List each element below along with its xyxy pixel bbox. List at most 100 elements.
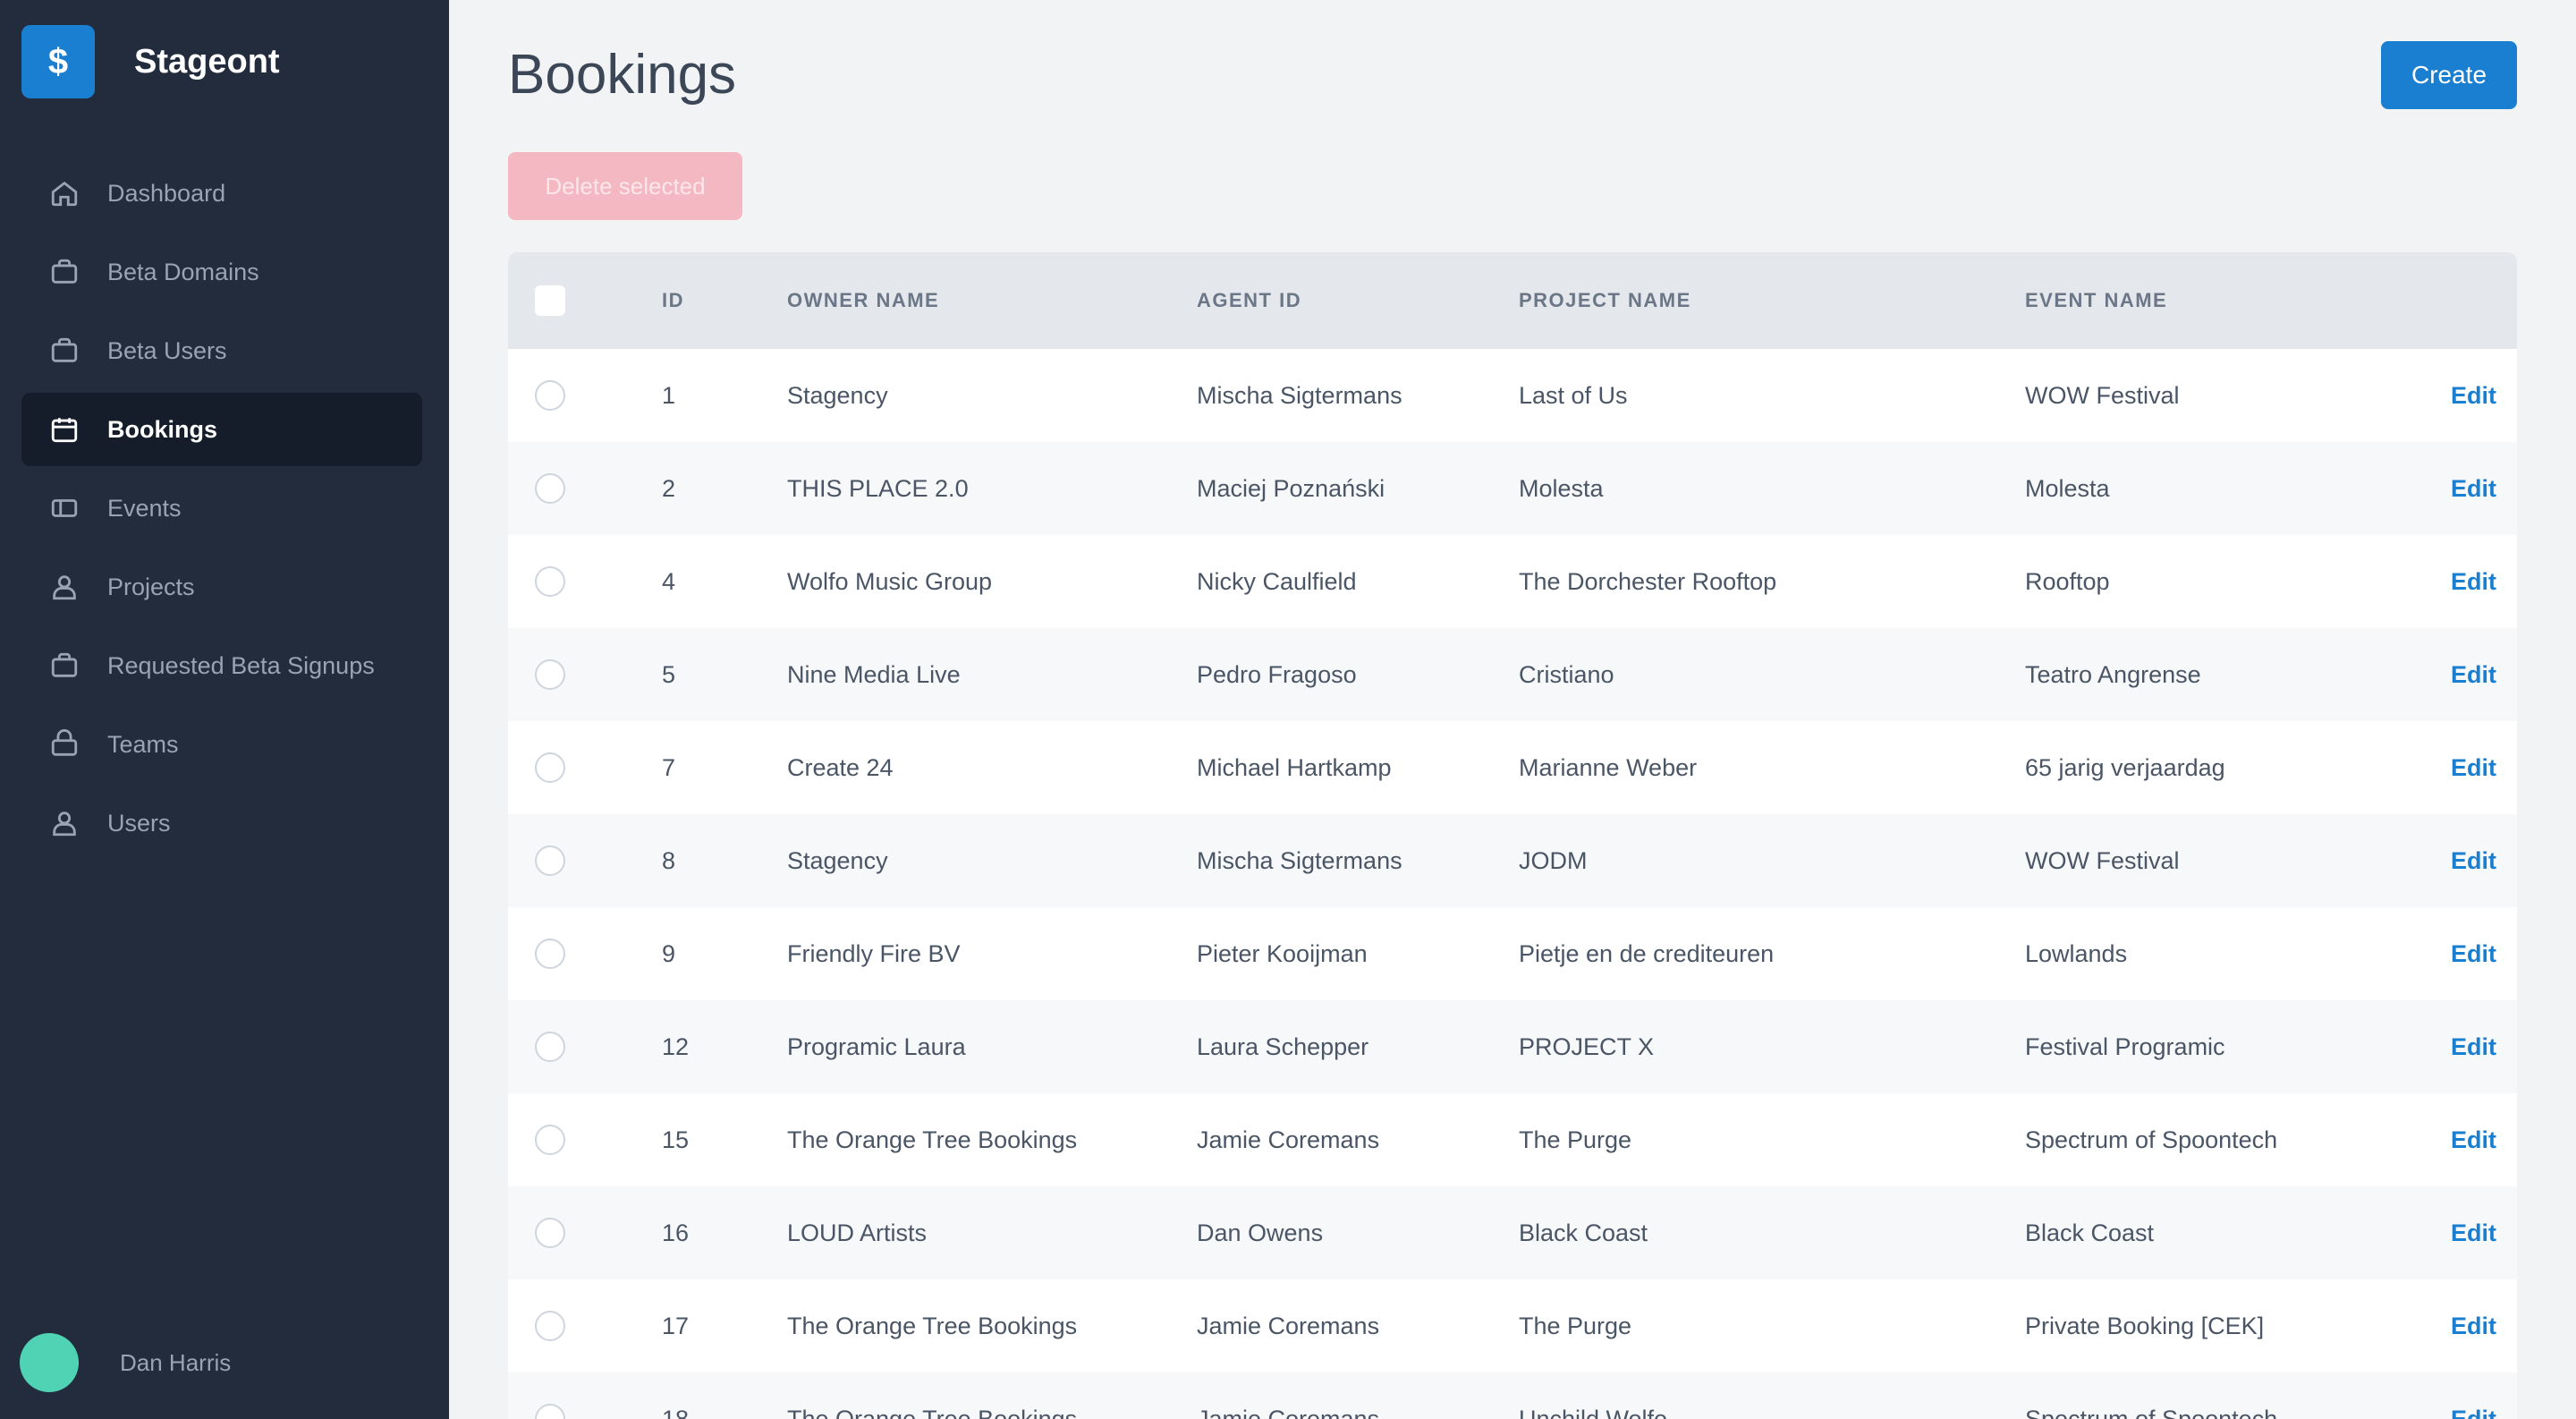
cell-event-name: Lowlands (2025, 939, 2128, 967)
row-select-cell (508, 1279, 662, 1372)
cell-id: 12 (662, 1032, 690, 1060)
sidebar-item-users[interactable]: Users (21, 786, 422, 860)
row-checkbox[interactable] (535, 1311, 565, 1341)
row-checkbox[interactable] (535, 1032, 565, 1062)
row-select-cell (508, 1372, 662, 1419)
row-checkbox[interactable] (535, 1218, 565, 1248)
cell-agent-id: Michael Hartkamp (1197, 753, 1392, 781)
cell-agent-id: Pieter Kooijman (1197, 939, 1368, 967)
cell-id: 7 (662, 753, 676, 781)
cell-project-name: Pietje en de crediteuren (1519, 939, 1775, 967)
sidebar-item-dashboard[interactable]: Dashboard (21, 157, 422, 230)
cell-project-name: Last of Us (1519, 381, 1628, 409)
row-select-cell (508, 1186, 662, 1279)
column-header-actions (2451, 252, 2517, 349)
cell-event-name: Spectrum of Spoontech (2025, 1405, 2278, 1419)
cell-id: 1 (662, 381, 676, 409)
row-checkbox[interactable] (535, 1404, 565, 1419)
cell-project-name: The Purge (1519, 1312, 1632, 1339)
table-body: 1 Stagency Mischa Sigtermans Last of Us WOW … (508, 349, 2517, 1419)
cell-id: 2 (662, 474, 676, 502)
edit-link[interactable]: Edit (2451, 1093, 2517, 1186)
sidebar-item-projects[interactable]: Projects (21, 550, 422, 624)
cell-event-name: Spectrum of Spoontech (2025, 1126, 2278, 1153)
cell-event-name: WOW Festival (2025, 846, 2180, 874)
edit-link[interactable]: Edit (2451, 535, 2517, 628)
row-checkbox[interactable] (535, 845, 565, 876)
row-select-cell (508, 907, 662, 1000)
column-header-event-name[interactable]: EVENT NAME (2025, 252, 2451, 349)
row-select-cell (508, 1000, 662, 1093)
cell-owner-name: Friendly Fire BV (787, 939, 961, 967)
sidebar-nav: Dashboard Beta Domains Beta Users Bookings E… (21, 157, 422, 865)
cell-agent-id: Pedro Fragoso (1197, 660, 1357, 688)
cell-project-name: Cristiano (1519, 660, 1614, 688)
edit-link[interactable]: Edit (2451, 721, 2517, 814)
user-icon (48, 571, 80, 603)
select-all-checkbox[interactable] (535, 285, 565, 316)
briefcase-icon (48, 335, 80, 367)
create-button[interactable]: Create (2381, 41, 2517, 109)
sidebar: $ Stageont Dashboard Beta Domains Beta Use… (0, 0, 449, 1419)
delete-selected-button[interactable]: Delete selected (508, 152, 742, 220)
sidebar-item-bookings[interactable]: Bookings (21, 393, 422, 466)
row-checkbox[interactable] (535, 939, 565, 969)
column-header-project-name[interactable]: PROJECT NAME (1519, 252, 2025, 349)
row-checkbox[interactable] (535, 752, 565, 783)
cell-agent-id: Mischa Sigtermans (1197, 846, 1402, 874)
row-checkbox[interactable] (535, 566, 565, 597)
row-select-cell (508, 721, 662, 814)
cell-event-name: Teatro Angrense (2025, 660, 2201, 688)
sidebar-item-beta-domains[interactable]: Beta Domains (21, 235, 422, 309)
calendar-icon (48, 413, 80, 446)
edit-link[interactable]: Edit (2451, 1186, 2517, 1279)
row-checkbox[interactable] (535, 473, 565, 504)
edit-link[interactable]: Edit (2451, 1279, 2517, 1372)
user-icon (48, 807, 80, 839)
cell-owner-name: The Orange Tree Bookings (787, 1312, 1078, 1339)
table-row: 16 LOUD Artists Dan Owens Black Coast Black … (508, 1186, 2517, 1279)
cell-id: 17 (662, 1312, 690, 1339)
sidebar-item-label: Beta Users (107, 336, 227, 364)
table-row: 2 THIS PLACE 2.0 Maciej Poznański Molesta Mo… (508, 442, 2517, 535)
edit-link[interactable]: Edit (2451, 1372, 2517, 1419)
row-checkbox[interactable] (535, 659, 565, 690)
edit-link[interactable]: Edit (2451, 349, 2517, 442)
sidebar-item-label: Dashboard (107, 179, 226, 207)
column-header-id[interactable]: ID (662, 252, 787, 349)
sidebar-item-label: Events (107, 494, 182, 522)
row-checkbox[interactable] (535, 1125, 565, 1155)
cell-project-name: JODM (1519, 846, 1588, 874)
column-header-owner-name[interactable]: OWNER NAME (787, 252, 1197, 349)
edit-link[interactable]: Edit (2451, 442, 2517, 535)
sidebar-item-teams[interactable]: Teams (21, 708, 422, 781)
edit-link[interactable]: Edit (2451, 814, 2517, 907)
sidebar-item-label: Requested Beta Signups (107, 651, 375, 679)
edit-link[interactable]: Edit (2451, 907, 2517, 1000)
edit-link[interactable]: Edit (2451, 628, 2517, 721)
cell-event-name: Private Booking [CEK] (2025, 1312, 2265, 1339)
sidebar-item-beta-users[interactable]: Beta Users (21, 314, 422, 387)
table-row: 9 Friendly Fire BV Pieter Kooijman Pietje e… (508, 907, 2517, 1000)
edit-link[interactable]: Edit (2451, 1000, 2517, 1093)
table-row: 8 Stagency Mischa Sigtermans JODM WOW Festiv… (508, 814, 2517, 907)
cell-event-name: Molesta (2025, 474, 2110, 502)
cell-id: 8 (662, 846, 676, 874)
row-select-cell (508, 628, 662, 721)
table-row: 4 Wolfo Music Group Nicky Caulfield The Dor… (508, 535, 2517, 628)
sidebar-item-label: Beta Domains (107, 258, 259, 285)
row-checkbox[interactable] (535, 380, 565, 411)
cell-agent-id: Jamie Coremans (1197, 1312, 1380, 1339)
brand[interactable]: $ Stageont (21, 25, 280, 98)
sidebar-item-requested-beta-signups[interactable]: Requested Beta Signups (21, 629, 422, 702)
cell-event-name: Festival Programic (2025, 1032, 2225, 1060)
table-header-row: ID OWNER NAME AGENT ID PROJECT NAME EVEN… (508, 252, 2517, 349)
cell-agent-id: Jamie Coremans (1197, 1405, 1380, 1419)
sidebar-item-events[interactable]: Events (21, 472, 422, 545)
sidebar-item-label: Bookings (107, 415, 218, 443)
table-row: 5 Nine Media Live Pedro Fragoso Cristiano Te… (508, 628, 2517, 721)
brand-logo: $ (21, 25, 95, 98)
column-header-agent-id[interactable]: AGENT ID (1197, 252, 1519, 349)
cell-agent-id: Dan Owens (1197, 1219, 1324, 1246)
user-profile[interactable]: Dan Harris (20, 1333, 231, 1392)
